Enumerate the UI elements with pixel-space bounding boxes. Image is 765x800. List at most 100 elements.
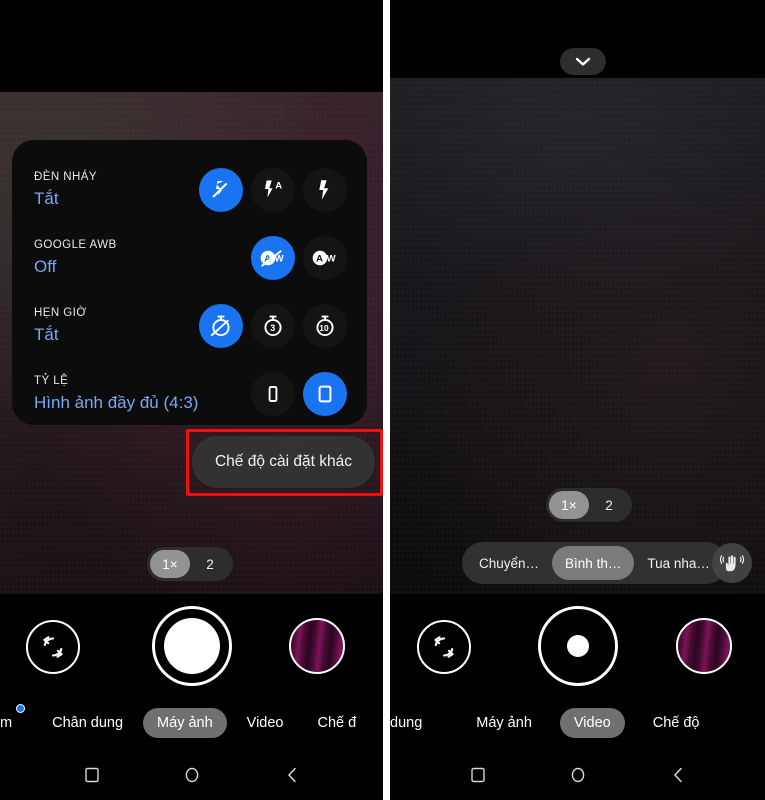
android-nav-bar-right <box>390 750 765 800</box>
mode-item-modes[interactable]: Chế độ <box>639 708 714 738</box>
recents-square-icon <box>84 767 99 783</box>
setting-row-aspect: TỶ LỆ Hình ảnh đầy đủ (4:3) <box>34 360 347 428</box>
shutter-row-right <box>390 598 765 698</box>
flip-camera-icon <box>43 636 63 658</box>
mode-label-modes: Chế độ <box>652 715 700 731</box>
setting-title-aspect: TỶ LỆ <box>34 375 69 387</box>
mode-label-video: Video <box>573 715 611 731</box>
awb-off-icon: A W <box>260 250 284 267</box>
setting-title-awb: GOOGLE AWB <box>34 239 117 251</box>
left-phone-screen: ĐÈN NHÁY Tắt A GOOGLE AWB Off A W A W HẸ… <box>0 0 383 800</box>
mode-item-portrait[interactable]: Chân dung <box>38 708 137 738</box>
svg-text:A: A <box>316 254 323 265</box>
zoom-selector-left[interactable]: 1× 2 <box>147 547 233 581</box>
back-chevron-icon-button[interactable] <box>281 764 303 786</box>
shutter-photo-icon <box>164 618 220 674</box>
mode-item-camera[interactable]: Máy ảnh <box>143 708 227 738</box>
mode-bar-left: m Chân dung Máy ảnh Video Chế đ <box>0 700 383 746</box>
awb-on-icon-button[interactable]: A W <box>303 236 347 280</box>
mode-item-video[interactable]: Video <box>559 708 625 738</box>
zoom-selector-right[interactable]: 1× 2 <box>546 488 632 522</box>
right-phone-screen: 1× 2 Chuyển… Bình th… Tua nha… dung Máy … <box>390 0 765 800</box>
mode-label-film: m <box>0 715 13 731</box>
home-circle-icon <box>571 767 584 783</box>
recents-square-icon-button[interactable] <box>81 764 103 786</box>
back-chevron-icon-button[interactable] <box>667 764 689 786</box>
timer-off-icon <box>210 315 230 337</box>
setting-text-aspect: TỶ LỆ Hình ảnh đầy đủ (4:3) <box>34 373 198 415</box>
collapse-settings-button[interactable] <box>560 48 606 75</box>
setting-text-awb: GOOGLE AWB Off <box>34 237 117 279</box>
mode-item-camera[interactable]: Máy ảnh <box>462 708 546 738</box>
flip-camera-button[interactable] <box>26 620 80 674</box>
more-settings-button[interactable]: Chế độ cài đặt khác <box>192 436 375 488</box>
mode-label-video: Video <box>246 715 284 731</box>
svg-text:3: 3 <box>270 323 275 333</box>
timer-10s-icon-button[interactable]: 10 <box>303 304 347 348</box>
home-circle-icon-button[interactable] <box>181 764 203 786</box>
camera-settings-sheet: ĐÈN NHÁY Tắt A GOOGLE AWB Off A W A W HẸ… <box>12 140 367 425</box>
home-circle-icon-button[interactable] <box>567 764 589 786</box>
flash-on-icon <box>319 180 329 200</box>
panel-divider <box>383 0 390 800</box>
timer-off-icon-button[interactable] <box>199 304 243 348</box>
back-chevron-icon <box>287 767 296 783</box>
setting-title-flash: ĐÈN NHÁY <box>34 171 98 183</box>
mode-label-modes: Chế đ <box>317 715 357 731</box>
timer-3s-icon-button[interactable]: 3 <box>251 304 295 348</box>
recents-square-icon-button[interactable] <box>467 764 489 786</box>
setting-options-flash: A <box>199 168 347 212</box>
mode-item-video[interactable]: Video <box>233 708 298 738</box>
flash-on-icon-button[interactable] <box>303 168 347 212</box>
zoom-option-1x[interactable]: 1× <box>549 491 589 519</box>
mode-active-dot <box>16 704 25 713</box>
setting-row-awb: GOOGLE AWB Off A W A W <box>34 224 347 292</box>
mode-item-portrait[interactable]: dung <box>390 708 436 738</box>
setting-value-timer: Tắt <box>34 325 59 344</box>
svg-text:A: A <box>275 181 282 192</box>
record-button[interactable] <box>538 606 618 686</box>
setting-row-flash: ĐÈN NHÁY Tắt A <box>34 156 347 224</box>
svg-text:W: W <box>327 254 336 265</box>
flash-auto-icon-button[interactable]: A <box>251 168 295 212</box>
flip-camera-button[interactable] <box>417 620 471 674</box>
mode-label-camera: Máy ảnh <box>476 715 532 731</box>
stabilization-hand-icon <box>720 555 744 572</box>
zoom-option-2x[interactable]: 2 <box>589 491 629 519</box>
mode-label-portrait: dung <box>390 715 423 731</box>
gallery-thumbnail-button[interactable] <box>289 618 345 674</box>
setting-value-aspect: Hình ảnh đầy đủ (4:3) <box>34 393 199 412</box>
speed-option-slowmotion[interactable]: Chuyển… <box>466 546 552 580</box>
svg-text:10: 10 <box>319 323 329 333</box>
flash-auto-icon: A <box>265 180 282 198</box>
speed-option-normal[interactable]: Bình th… <box>552 546 635 580</box>
shutter-video-icon <box>567 635 589 657</box>
home-circle-icon <box>185 767 198 783</box>
zoom-option-1x[interactable]: 1× <box>150 550 190 578</box>
mode-label-portrait: Chân dung <box>52 715 124 731</box>
mode-item-modes[interactable]: Chế đ <box>304 708 371 738</box>
aspect-16-9-icon-button[interactable] <box>251 372 295 416</box>
video-speed-bar: Chuyển… Bình th… Tua nha… <box>462 542 727 584</box>
timer-3s-icon: 3 <box>264 315 282 337</box>
zoom-option-2x[interactable]: 2 <box>190 550 230 578</box>
shutter-button[interactable] <box>152 606 232 686</box>
aspect-4-3-icon-button[interactable] <box>303 372 347 416</box>
flash-off-icon <box>212 181 228 198</box>
setting-options-awb: A W A W <box>251 236 347 280</box>
aspect-4-3-icon <box>318 385 332 403</box>
setting-text-flash: ĐÈN NHÁY Tắt <box>34 169 97 211</box>
mode-item-film[interactable]: m <box>0 704 25 738</box>
speed-option-timelapse[interactable]: Tua nha… <box>634 546 723 580</box>
shutter-row-left <box>0 598 383 698</box>
gallery-thumbnail-button[interactable] <box>676 618 732 674</box>
mode-label-camera: Máy ảnh <box>157 715 213 731</box>
stabilization-button[interactable] <box>712 543 752 583</box>
mode-bar-right: dung Máy ảnh Video Chế độ <box>390 700 765 746</box>
screenshot-stage: ĐÈN NHÁY Tắt A GOOGLE AWB Off A W A W HẸ… <box>0 0 765 800</box>
setting-text-timer: HẸN GIỜ Tắt <box>34 305 87 347</box>
setting-options-timer: 3 10 <box>199 304 347 348</box>
flash-off-icon-button[interactable] <box>199 168 243 212</box>
awb-on-icon: A W <box>312 250 336 266</box>
awb-off-icon-button[interactable]: A W <box>251 236 295 280</box>
